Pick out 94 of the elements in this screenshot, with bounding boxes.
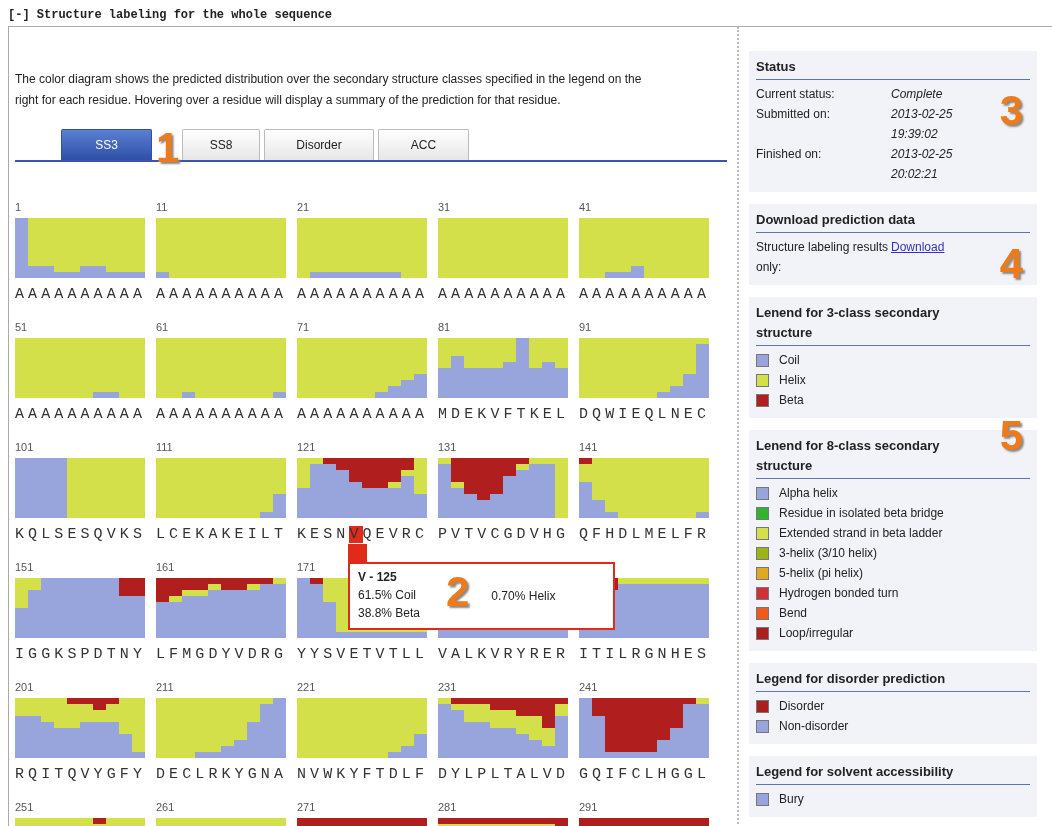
position-label: 31 [438,200,452,214]
residue-sequence[interactable]: DQWIEQLNEC [579,406,710,423]
legend-label: Helix [779,372,806,389]
residue-sequence[interactable]: ITILRGNHES [579,646,710,663]
position-label: 21 [297,200,311,214]
residue-sequence[interactable]: AAAAAAAAAA [297,286,428,303]
residue-sequence[interactable]: AAAAAAAAAA [438,286,569,303]
residue-sequence[interactable]: VALKVRYRER [438,646,569,663]
field-label: Submitted on: [756,106,832,123]
panel-title: Download prediction data [756,210,1030,233]
residue-sequence[interactable]: QEVRC [362,526,429,543]
position-label: 91 [579,320,593,334]
field-label: Structure labeling results only: [756,239,890,276]
legend-label: Loop/irregular [779,625,854,642]
legend-label: Bury [779,791,804,808]
position-label: 271 [297,800,317,814]
position-label: 291 [579,800,599,814]
tab[interactable]: Disorder [264,129,374,160]
residue-sequence[interactable]: AAAAAAAAAA [15,286,146,303]
position-label: 111 [156,440,174,454]
residue-sequence[interactable]: AAAAAAAAAA [297,406,428,423]
position-label: 201 [15,680,35,694]
legend-label: 5-helix (pi helix) [779,565,864,582]
position-label: 51 [15,320,29,334]
residue-sequence[interactable]: AAAAAAAAAA [579,286,710,303]
position-label: 141 [579,440,599,454]
position-label: 71 [297,320,311,334]
residue-sequence[interactable]: AAAAAAAAAA [156,406,287,423]
position-label: 241 [579,680,599,694]
tab[interactable]: SS3 [61,129,152,160]
position-label: 211 [156,680,175,694]
callout-number: 1 [156,125,178,170]
legend-label: Bend [779,605,808,622]
field-label: Current status: [756,86,836,103]
residue-sequence[interactable]: LCEKAKEILT [156,526,287,543]
position-label: 131 [438,440,458,454]
position-label: 161 [156,560,176,574]
download-link[interactable]: Download [891,240,945,254]
field-label: Finished on: [756,146,823,163]
residue-sequence[interactable]: KQLSESQVKS [15,526,146,543]
position-label: 11 [156,200,169,214]
legend-label: Alpha helix [779,485,838,502]
position-label: 121 [297,440,317,454]
position-label: 221 [297,680,317,694]
residue-sequence[interactable]: AAAAAAAAAA [15,406,146,423]
position-label: 171 [297,560,317,574]
coil-value: 61.5% Coil [358,588,418,602]
tab[interactable]: ACC [378,129,469,160]
position-label: 1 [15,200,23,214]
residue-sequence[interactable]: PVTVCGDVHG [438,526,569,543]
legend-label: Residue in isolated beta bridge [779,505,944,522]
position-label: 41 [579,200,593,214]
residue-sequence[interactable]: GQIFCLHGGL [579,766,710,783]
residue-sequence[interactable]: LFMGDYVDRG [156,646,287,663]
panel-title: Legend for solvent accessibility [756,762,1030,785]
panel-title: Legend for disorder prediction [756,669,1030,692]
legend-label: Non-disorder [779,718,849,735]
position-label: 231 [438,680,458,694]
callout-number: 2 [446,570,470,614]
position-label: 261 [156,800,176,814]
residue-sequence[interactable]: DYLPLTALVD [438,766,569,783]
residue-sequence[interactable]: AAAAAAAAAA [156,286,287,303]
helix-value: 0.70% Helix [491,589,556,603]
position-label: 81 [438,320,452,334]
section-header[interactable]: [-] Structure labeling for the whole sequence [8,8,333,26]
position-label: 251 [15,800,35,814]
legend-label: 3-helix (3/10 helix) [779,545,878,562]
residue-sequence[interactable]: IGGKSPDTNY [15,646,146,663]
position-label: 281 [438,800,458,814]
residue-sequence[interactable]: QFHDLMELFR [579,526,710,543]
callout-number: 3 [999,89,1023,133]
residue-sequence[interactable]: RQITQVYGFY [15,766,146,783]
legend-label: Disorder [779,698,825,715]
tooltip-title: V - 125 [358,570,398,584]
position-label: 61 [156,320,170,334]
field-value: Complete [891,86,944,103]
panel-title: Lenend for 3-class secondary structure [756,303,1030,346]
residue-sequence[interactable]: NVWKYFTDLF [297,766,428,783]
position-label: 151 [15,560,35,574]
legend-label: Coil [779,352,800,369]
panel-title: Status [756,57,1030,80]
description-text: The color diagram shows the predicted distribution over the secondary structure classes specified in the legend on the right for each residue. Hovering over a residue will display a summary of the prediction for that residue. [15,71,643,109]
beta-value: 38.8% Beta [358,606,422,620]
legend-label: Beta [779,392,804,409]
legend-label: Extended strand in beta ladder [779,525,943,542]
legend-label: Hydrogen bonded turn [779,585,899,602]
tab[interactable]: SS8 [182,129,260,160]
residue-sequence[interactable]: YYSVETVTLL [297,646,428,663]
residue-sequence[interactable]: DECLRKYGNA [156,766,287,783]
residue-sequence[interactable]: MDEKVFTKEL [438,406,569,423]
callout-number: 4 [999,242,1023,286]
field-value: 2013-02-25 20:02:21 [891,146,954,183]
position-label: 101 [15,440,35,454]
field-value: 2013-02-25 19:39:02 [891,106,954,143]
